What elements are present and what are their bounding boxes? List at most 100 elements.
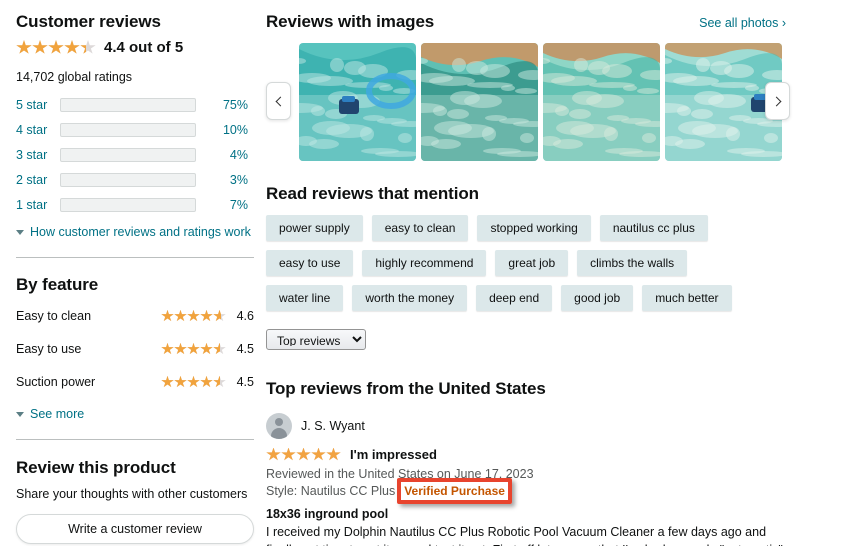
feature-rating-row: Suction power 4.5 <box>16 370 254 394</box>
customer-reviews-page: Customer reviews 4.4 out of 5 14,702 glo… <box>0 0 848 546</box>
read-reviews-mention-title: Read reviews that mention <box>266 184 479 203</box>
histogram-row[interactable]: 4 star 10% <box>16 119 254 140</box>
mention-keyword-chips: power supply easy to clean stopped working… <box>266 215 786 311</box>
feature-rating-row: Easy to clean 4.6 <box>16 304 254 328</box>
histogram-percent[interactable]: 3% <box>208 173 248 187</box>
see-more-features-link[interactable]: See more <box>16 407 254 421</box>
sort-reviews-select[interactable]: Top reviewsMost recent <box>266 329 366 350</box>
review-image-thumbnail[interactable] <box>421 43 538 161</box>
review-style: Style: Nautilus CC Plus <box>266 484 396 498</box>
review-date: Reviewed in the United States on June 17… <box>266 467 534 481</box>
feature-value: 4.5 <box>236 375 254 389</box>
histogram-percent[interactable]: 7% <box>208 198 248 212</box>
mention-chip[interactable]: great job <box>495 250 569 276</box>
review-image-thumbnail[interactable] <box>299 43 416 161</box>
star-icon <box>281 447 296 461</box>
by-feature-title: By feature <box>16 275 99 294</box>
star-icon <box>187 342 200 355</box>
star-icon <box>311 447 326 461</box>
reviews-with-images-header: Reviews with images See all photos › <box>266 12 786 32</box>
star-icon <box>213 309 226 322</box>
star-icon <box>80 40 96 54</box>
histogram-bar[interactable] <box>60 172 196 187</box>
star-icon <box>266 447 281 461</box>
histogram-bar[interactable] <box>60 147 196 162</box>
divider <box>16 439 254 440</box>
histogram-percent[interactable]: 75% <box>208 98 248 112</box>
histogram-row[interactable]: 2 star 3% <box>16 169 254 190</box>
review-style-row: Style: Nautilus CC Plus Verified Purchas… <box>266 484 786 498</box>
star-icon <box>32 40 48 54</box>
histogram-star-label[interactable]: 5 star <box>16 98 60 112</box>
histogram-bar[interactable] <box>60 122 196 137</box>
mention-chip[interactable]: much better <box>642 285 732 311</box>
feature-value: 4.5 <box>236 342 254 356</box>
see-all-photos-link[interactable]: See all photos › <box>699 16 786 30</box>
star-icon <box>174 342 187 355</box>
review-body-title: 18x36 inground pool <box>266 507 389 521</box>
histogram-star-label[interactable]: 1 star <box>16 198 60 212</box>
feature-name: Easy to use <box>16 342 82 356</box>
chevron-left-icon <box>275 96 285 106</box>
review-rating-stars <box>266 447 341 462</box>
histogram-row[interactable]: 5 star 75% <box>16 94 254 115</box>
histogram-bar[interactable] <box>60 197 196 212</box>
mention-chip[interactable]: easy to use <box>266 250 354 276</box>
star-icon <box>161 309 174 322</box>
histogram-percent[interactable]: 10% <box>208 123 248 137</box>
feature-value: 4.6 <box>236 309 254 323</box>
mention-chip[interactable]: easy to clean <box>371 215 469 241</box>
mention-chip[interactable]: highly recommend <box>362 250 487 276</box>
mention-chip[interactable]: water line <box>266 285 344 311</box>
avatar-icon <box>266 413 292 439</box>
star-icon <box>16 40 32 54</box>
mention-chip[interactable]: good job <box>561 285 634 311</box>
page-title: Customer reviews <box>16 12 161 31</box>
histogram-percent[interactable]: 4% <box>208 148 248 162</box>
overall-rating-stars[interactable] <box>16 40 96 55</box>
star-icon <box>200 375 213 388</box>
histogram-star-label[interactable]: 4 star <box>16 123 60 137</box>
write-customer-review-button[interactable]: Write a customer review <box>16 514 254 544</box>
verified-purchase-badge[interactable]: Verified Purchase <box>404 484 505 498</box>
mention-chip[interactable]: nautilus cc plus <box>599 215 708 241</box>
mention-chip[interactable]: worth the money <box>352 285 468 311</box>
divider <box>16 257 254 258</box>
carousel-prev-button[interactable] <box>266 82 291 120</box>
feature-stars <box>161 342 226 356</box>
mention-chip[interactable]: power supply <box>266 215 363 241</box>
top-reviews-header: Top reviews from the United States <box>266 379 546 398</box>
mention-chip[interactable]: stopped working <box>477 215 591 241</box>
star-icon <box>161 375 174 388</box>
histogram-row[interactable]: 1 star 7% <box>16 194 254 215</box>
review-image-thumbnail[interactable] <box>543 43 660 161</box>
carousel-next-button[interactable] <box>765 82 790 120</box>
star-icon <box>161 342 174 355</box>
review-this-product-title: Review this product <box>16 458 176 477</box>
feature-name: Easy to clean <box>16 309 92 323</box>
feature-rating-row: Easy to use 4.5 <box>16 337 254 361</box>
chevron-down-icon <box>16 229 24 235</box>
histogram-star-label[interactable]: 3 star <box>16 148 60 162</box>
mention-chip[interactable]: deep end <box>476 285 553 311</box>
how-reviews-work-link[interactable]: How customer reviews and ratings work <box>16 225 254 239</box>
chevron-right-icon <box>771 96 781 106</box>
review-body-text: I received my Dolphin Nautilus CC Plus R… <box>266 525 783 546</box>
mention-chip[interactable]: climbs the walls <box>577 250 688 276</box>
reviewer[interactable]: J. S. Wyant <box>266 413 786 439</box>
histogram-star-label[interactable]: 2 star <box>16 173 60 187</box>
chip-row: power supply easy to clean stopped working… <box>266 215 786 241</box>
star-icon <box>326 447 341 461</box>
star-icon <box>64 40 80 54</box>
histogram-bar[interactable] <box>60 97 196 112</box>
histogram-row[interactable]: 3 star 4% <box>16 144 254 165</box>
star-icon <box>200 342 213 355</box>
star-icon <box>200 309 213 322</box>
global-ratings-count: 14,702 global ratings <box>16 70 133 84</box>
star-icon <box>213 375 226 388</box>
review-item: J. S. Wyant I'm impressed Reviewed in th… <box>266 413 786 546</box>
star-icon <box>187 309 200 322</box>
feature-stars <box>161 309 226 323</box>
chip-row: easy to use highly recommend great job clim… <box>266 250 786 276</box>
review-title-row[interactable]: I'm impressed <box>266 447 786 462</box>
